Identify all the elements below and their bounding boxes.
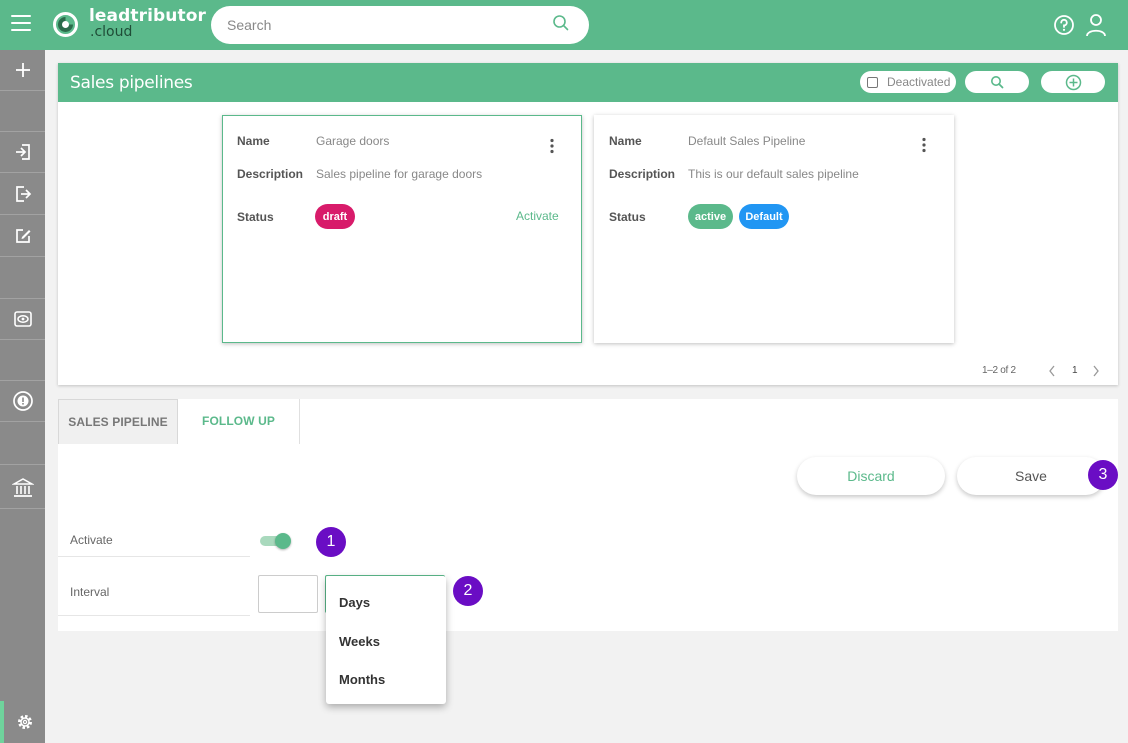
activate-label: Activate bbox=[70, 533, 113, 547]
panel-header: Sales pipelines Deactivated bbox=[58, 63, 1118, 102]
chevron-right-icon[interactable] bbox=[1092, 365, 1100, 377]
search-icon[interactable] bbox=[552, 14, 570, 32]
menu-item-months[interactable]: Months bbox=[339, 672, 385, 687]
left-rail bbox=[0, 50, 45, 743]
menu-item-weeks[interactable]: Weeks bbox=[339, 634, 380, 649]
interval-unit-menu: Days Weeks Months bbox=[326, 576, 446, 704]
tab-follow-up[interactable]: FOLLOW UP bbox=[178, 399, 300, 444]
rail-add-button[interactable] bbox=[0, 50, 45, 91]
activate-toggle[interactable] bbox=[258, 532, 292, 550]
status-badge: draft bbox=[315, 204, 355, 229]
rail-edit-button[interactable] bbox=[0, 216, 45, 257]
interval-label: Interval bbox=[70, 585, 110, 599]
search-input[interactable] bbox=[211, 6, 589, 44]
sign-out-icon bbox=[15, 186, 31, 202]
app-name-sub: .cloud bbox=[90, 24, 133, 40]
chevron-left-icon[interactable] bbox=[1048, 365, 1056, 377]
save-button[interactable]: Save bbox=[957, 457, 1105, 495]
rail-view-button[interactable] bbox=[0, 299, 45, 340]
toggle-knob bbox=[275, 533, 291, 549]
deactivated-label: Deactivated bbox=[887, 75, 951, 89]
step-marker-3: 3 bbox=[1088, 460, 1118, 490]
discard-button[interactable]: Discard bbox=[797, 457, 945, 495]
default-badge: Default bbox=[739, 204, 789, 229]
logo-icon bbox=[53, 12, 78, 37]
step-marker-1: 1 bbox=[316, 527, 346, 557]
description-label: Description bbox=[609, 167, 676, 181]
rail-archive-button[interactable] bbox=[0, 468, 45, 509]
interval-number-input[interactable] bbox=[258, 575, 318, 613]
bank-icon bbox=[11, 478, 34, 497]
tab-sales-pipeline[interactable]: SALES PIPELINE bbox=[58, 399, 178, 444]
status-badge: active bbox=[688, 204, 733, 229]
panel-search-button[interactable] bbox=[965, 71, 1029, 93]
description-label: Description bbox=[237, 167, 304, 181]
rail-settings-button[interactable] bbox=[0, 701, 45, 743]
pipeline-description: This is our default sales pipeline bbox=[688, 167, 859, 181]
more-vert-icon[interactable] bbox=[549, 138, 555, 154]
search-icon bbox=[991, 76, 1004, 89]
page-title: Sales pipelines bbox=[70, 73, 193, 93]
add-circle-icon bbox=[1065, 74, 1081, 90]
user-icon[interactable] bbox=[1085, 13, 1107, 37]
row-divider bbox=[58, 556, 250, 557]
top-bar: leadtributor .cloud bbox=[0, 0, 1128, 50]
menu-item-days[interactable]: Days bbox=[339, 595, 370, 610]
pipeline-name: Default Sales Pipeline bbox=[688, 134, 806, 148]
sales-pipelines-panel: Sales pipelines Deactivated Name Garage … bbox=[58, 63, 1118, 385]
rail-alerts-button[interactable] bbox=[0, 381, 45, 422]
status-label: Status bbox=[237, 210, 274, 224]
name-label: Name bbox=[609, 134, 642, 148]
pipeline-card[interactable]: Name Default Sales Pipeline Description … bbox=[594, 115, 954, 343]
status-label: Status bbox=[609, 210, 646, 224]
pipeline-detail-section: SALES PIPELINE FOLLOW UP Discard Save Ac… bbox=[58, 399, 1118, 631]
pager-page[interactable]: 1 bbox=[1072, 365, 1078, 376]
alert-icon bbox=[12, 391, 33, 411]
step-marker-2: 2 bbox=[453, 576, 483, 606]
activate-link[interactable]: Activate bbox=[516, 209, 559, 223]
eye-icon bbox=[13, 311, 32, 327]
more-vert-icon[interactable] bbox=[921, 137, 927, 153]
rail-export-button[interactable] bbox=[0, 174, 45, 215]
deactivated-checkbox[interactable] bbox=[867, 76, 878, 88]
sign-in-icon bbox=[15, 144, 30, 160]
deactivated-filter[interactable]: Deactivated bbox=[860, 71, 956, 93]
pager-range: 1–2 of 2 bbox=[982, 365, 1016, 376]
rail-import-button[interactable] bbox=[0, 132, 45, 173]
pipeline-name: Garage doors bbox=[316, 134, 390, 148]
menu-icon[interactable] bbox=[11, 15, 31, 31]
edit-icon bbox=[15, 229, 30, 243]
plus-icon bbox=[15, 63, 30, 77]
help-icon[interactable] bbox=[1053, 14, 1075, 36]
tab-bar: SALES PIPELINE FOLLOW UP bbox=[58, 399, 1118, 444]
pipeline-description: Sales pipeline for garage doors bbox=[316, 167, 483, 181]
app-name: leadtributor bbox=[89, 6, 206, 26]
row-divider bbox=[58, 615, 250, 616]
add-pipeline-button[interactable] bbox=[1041, 71, 1105, 93]
pipeline-card[interactable]: Name Garage doors Description Sales pipe… bbox=[222, 115, 582, 343]
rail-divider bbox=[0, 464, 45, 465]
gear-icon bbox=[17, 715, 32, 729]
name-label: Name bbox=[237, 134, 270, 148]
